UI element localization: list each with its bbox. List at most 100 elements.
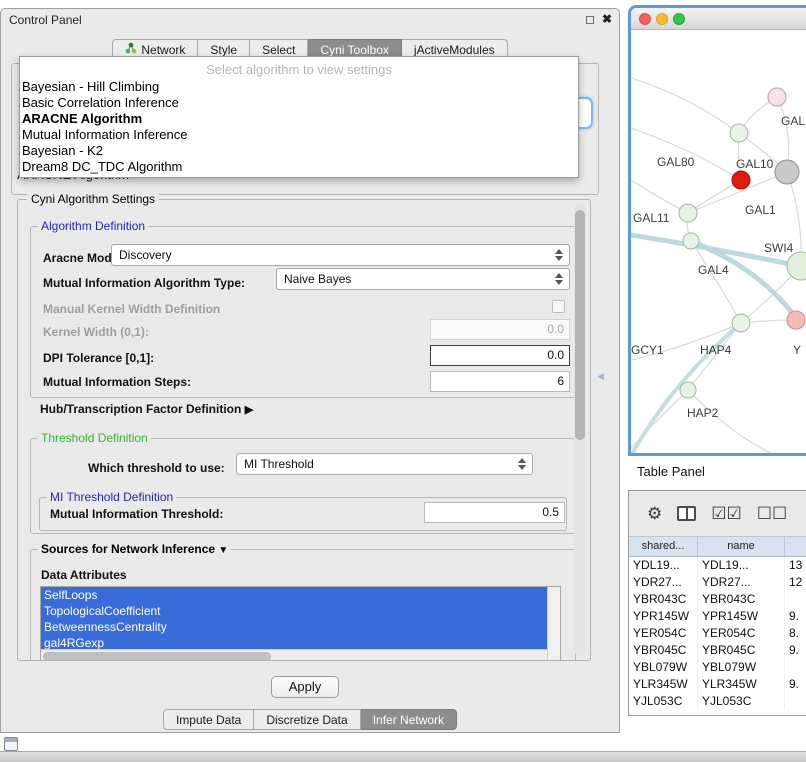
list-horizontal-scrollbar[interactable] bbox=[41, 649, 547, 661]
table-cell: 9. bbox=[785, 608, 806, 625]
float-window-icon[interactable]: ◻ bbox=[585, 12, 595, 26]
kernel-width-field[interactable]: 0.0 bbox=[430, 319, 570, 340]
tab-infer-network[interactable]: Infer Network bbox=[361, 709, 457, 730]
network-icon bbox=[125, 42, 137, 57]
table-toolbar: ⚙ ☑☑ ☐☐ bbox=[629, 491, 806, 537]
tab-impute-data[interactable]: Impute Data bbox=[163, 709, 254, 730]
attribute-item-selected[interactable]: BetweennessCentrality bbox=[41, 619, 547, 635]
node-label: GCY1 bbox=[631, 343, 664, 357]
list-vertical-scrollbar[interactable] bbox=[547, 587, 560, 661]
aracne-mode-select[interactable]: Discovery bbox=[111, 244, 570, 266]
panel-splitter-arrow[interactable]: ◀ bbox=[597, 371, 604, 382]
table-row[interactable]: YBR045CYBR045C9. bbox=[629, 642, 806, 659]
column-header[interactable] bbox=[785, 537, 806, 556]
table-row[interactable]: YDR27...YDR27...12 bbox=[629, 574, 806, 591]
column-header[interactable]: shared... bbox=[629, 537, 698, 556]
sources-section-label: Sources for Network Inference bbox=[41, 542, 215, 556]
tab-label: Discretize Data bbox=[266, 713, 347, 727]
network-edge bbox=[631, 78, 739, 133]
node-label: GAL10 bbox=[736, 157, 774, 171]
network-node[interactable] bbox=[768, 88, 786, 106]
table-body: YDL19...YDL19...13YDR27...YDR27...12YBR0… bbox=[629, 557, 806, 710]
docked-panel-icon[interactable] bbox=[4, 737, 18, 751]
table-cell: YPR145W bbox=[629, 608, 698, 625]
network-node[interactable] bbox=[683, 233, 699, 249]
mi-threshold-group-title: MI Threshold Definition bbox=[47, 490, 176, 504]
select-all-icon[interactable]: ☑☑ bbox=[711, 504, 741, 524]
stepper-icon bbox=[518, 458, 527, 470]
table-row[interactable]: YLR345WYLR345W9. bbox=[629, 676, 806, 693]
attribute-item-selected[interactable]: TopologicalCoefficient bbox=[41, 603, 547, 619]
scrollbar-thumb[interactable] bbox=[43, 652, 271, 661]
algorithm-option[interactable]: ARACNE Algorithm bbox=[20, 111, 578, 127]
column-settings-icon[interactable] bbox=[677, 506, 696, 521]
network-node[interactable] bbox=[680, 382, 696, 398]
table-cell: YER054C bbox=[698, 625, 785, 642]
algorithm-option[interactable]: Dream8 DC_TDC Algorithm bbox=[20, 159, 578, 175]
sources-section-toggle[interactable]: Sources for Network Inference ▼ bbox=[38, 542, 231, 556]
scrollbar-thumb[interactable] bbox=[575, 210, 585, 440]
algorithm-option[interactable]: Bayesian - K2 bbox=[20, 143, 578, 159]
algorithm-definition-title: Algorithm Definition bbox=[38, 219, 148, 233]
table-row[interactable]: YJL053CYJL053C bbox=[629, 693, 806, 710]
column-header[interactable]: name bbox=[698, 537, 785, 556]
network-node[interactable] bbox=[730, 124, 748, 142]
algorithm-option[interactable]: Mutual Information Inference bbox=[20, 127, 578, 143]
table-cell: YBR043C bbox=[698, 591, 785, 608]
algorithm-dropdown-popup: Select algorithm to view settings Bayesi… bbox=[19, 56, 579, 178]
table-cell: YLR345W bbox=[629, 676, 698, 693]
network-edge bbox=[631, 180, 688, 213]
table-panel-title: Table Panel bbox=[637, 464, 705, 479]
mi-steps-field[interactable]: 6 bbox=[430, 371, 570, 392]
mi-algorithm-type-select[interactable]: Naive Bayes bbox=[276, 268, 570, 290]
close-icon[interactable]: ✖ bbox=[602, 12, 612, 26]
table-cell: YDR27... bbox=[698, 574, 785, 591]
dpi-tolerance-label: DPI Tolerance [0,1]: bbox=[43, 351, 154, 365]
mac-close-button[interactable] bbox=[639, 13, 651, 25]
mac-zoom-button[interactable] bbox=[673, 13, 685, 25]
table-row[interactable]: YBL079WYBL079W bbox=[629, 659, 806, 676]
apply-button[interactable]: Apply bbox=[271, 676, 339, 698]
control-panel-window: Control Panel ◻ ✖ NetworkStyleSelectCyni… bbox=[0, 8, 620, 733]
algorithm-option[interactable]: Basic Correlation Inference bbox=[20, 95, 578, 111]
table-row[interactable]: YPR145WYPR145W9. bbox=[629, 608, 806, 625]
mi-threshold-field[interactable]: 0.5 bbox=[424, 502, 565, 523]
tab-label: Select bbox=[262, 43, 295, 57]
table-cell: YER054C bbox=[629, 625, 698, 642]
manual-kernel-checkbox[interactable] bbox=[552, 300, 565, 313]
table-cell: YBL079W bbox=[629, 659, 698, 676]
network-window-titlebar[interactable] bbox=[631, 8, 806, 30]
which-threshold-select[interactable]: MI Threshold bbox=[236, 453, 533, 475]
table-row[interactable]: YDL19...YDL19...13 bbox=[629, 557, 806, 574]
network-node[interactable] bbox=[732, 314, 750, 332]
algorithm-option[interactable]: Bayesian - Hill Climbing bbox=[20, 79, 578, 95]
network-node[interactable] bbox=[732, 171, 750, 189]
dpi-tolerance-field[interactable]: 0.0 bbox=[430, 345, 570, 366]
mac-minimize-button[interactable] bbox=[656, 13, 668, 25]
status-bar bbox=[0, 751, 806, 762]
tab-label: Infer Network bbox=[373, 713, 444, 727]
network-node[interactable] bbox=[787, 311, 805, 329]
network-canvas[interactable]: GALGAL80GAL10GAL11GAL1SWI4GAL4GCY1HAP4YH… bbox=[631, 30, 806, 453]
data-attributes-label: Data Attributes bbox=[41, 568, 127, 582]
network-view-window: GALGAL80GAL10GAL11GAL1SWI4GAL4GCY1HAP4YH… bbox=[628, 5, 806, 456]
gear-icon[interactable]: ⚙ bbox=[647, 504, 662, 524]
deselect-all-icon[interactable]: ☐☐ bbox=[757, 504, 787, 524]
node-label: GAL11 bbox=[633, 211, 670, 225]
table-row[interactable]: YER054CYER054C8. bbox=[629, 625, 806, 642]
settings-group-title: Cyni Algorithm Settings bbox=[27, 192, 159, 206]
hub-section-toggle[interactable]: Hub/Transcription Factor Definition ▶ bbox=[40, 402, 253, 416]
table-row[interactable]: YBR043CYBR043C bbox=[629, 591, 806, 608]
threshold-definition-title: Threshold Definition bbox=[38, 431, 151, 445]
attribute-item-selected[interactable]: SelfLoops bbox=[41, 587, 547, 603]
network-canvas-svg[interactable]: GALGAL80GAL10GAL11GAL1SWI4GAL4GCY1HAP4YH… bbox=[631, 30, 806, 453]
data-attributes-list[interactable]: SelfLoopsTopologicalCoefficientBetweenne… bbox=[40, 586, 561, 661]
settings-vertical-scrollbar[interactable] bbox=[574, 204, 586, 656]
kernel-width-label: Kernel Width (0,1): bbox=[43, 325, 149, 339]
table-cell: YJL053C bbox=[629, 693, 698, 710]
hub-section-label: Hub/Transcription Factor Definition bbox=[40, 402, 241, 416]
network-node[interactable] bbox=[787, 252, 806, 280]
network-node[interactable] bbox=[775, 160, 799, 184]
tab-discretize-data[interactable]: Discretize Data bbox=[254, 709, 360, 730]
network-node[interactable] bbox=[679, 204, 697, 222]
